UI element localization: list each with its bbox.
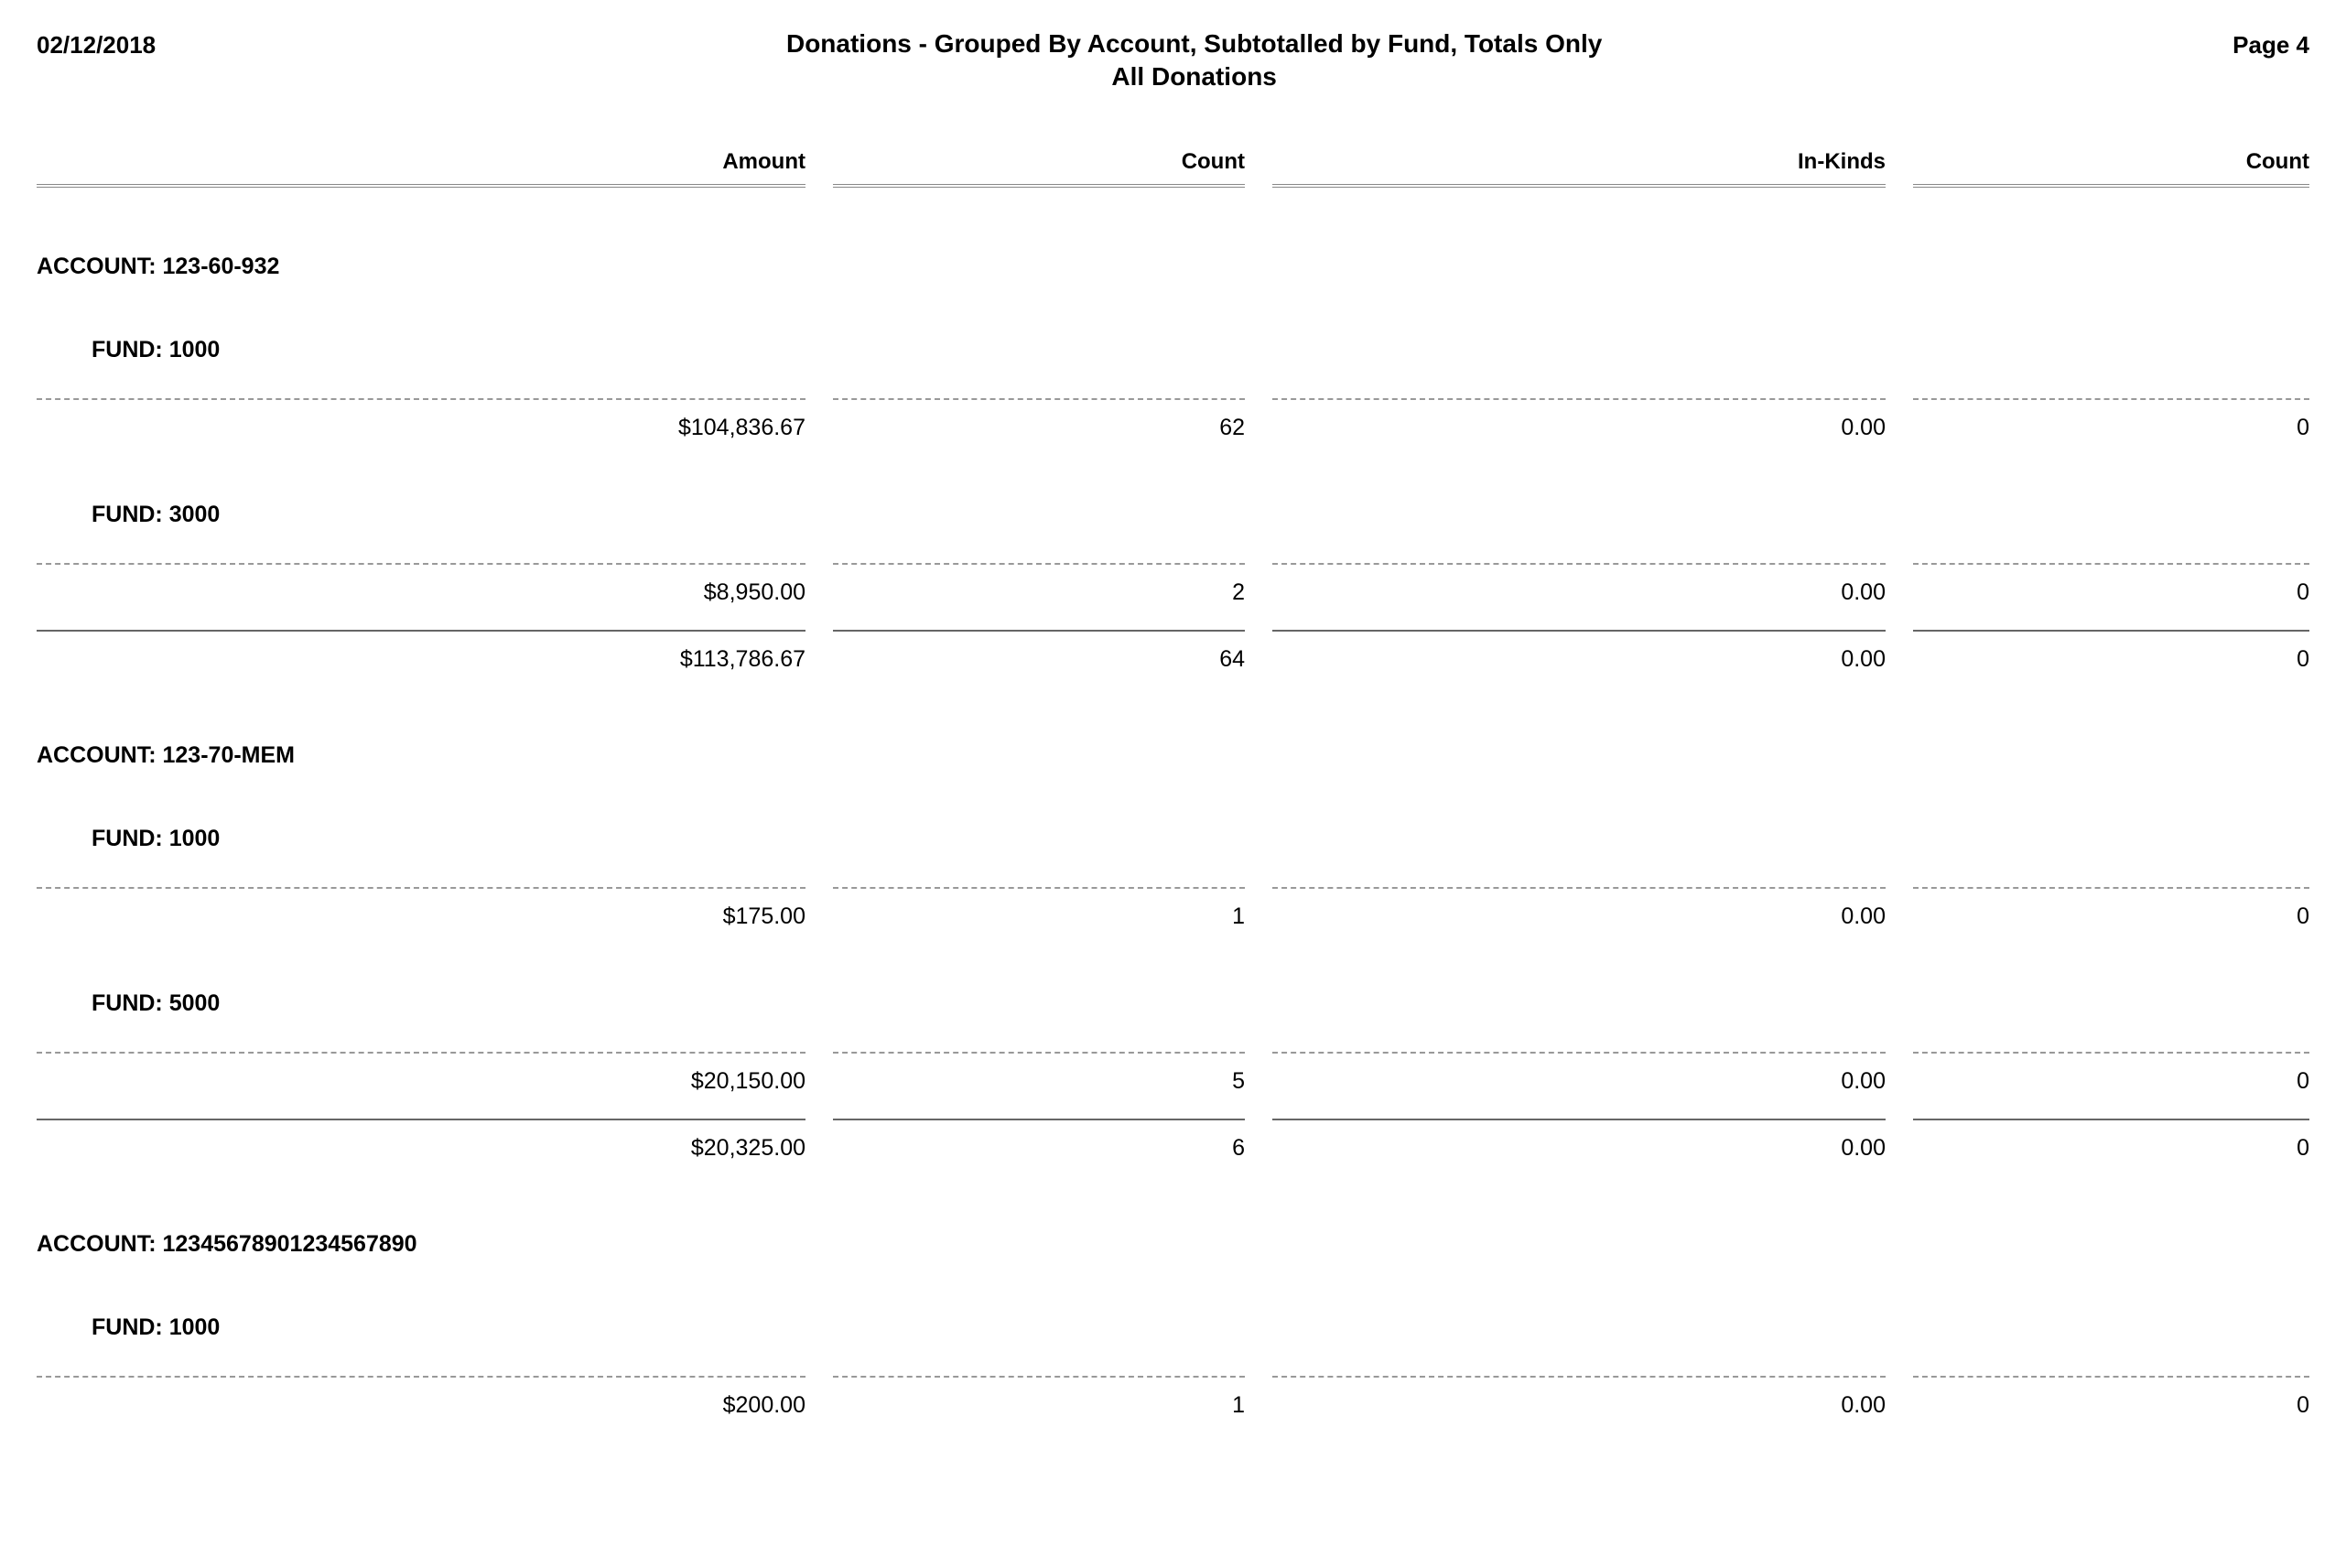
account-id: 12345678901234567890 — [163, 1231, 417, 1257]
cell-inkinds: 0.00 — [1272, 1052, 1886, 1098]
accounts-container: ACCOUNT: 123-60-932FUND: 1000$104,836.67… — [37, 254, 2309, 1422]
cell-amount: $113,786.67 — [37, 630, 805, 676]
data-row-account-total: $20,325.00 6 0.00 0 — [37, 1098, 2309, 1165]
cell-count1: 5 — [833, 1052, 1245, 1098]
data-row-account-total: $113,786.67 64 0.00 0 — [37, 610, 2309, 676]
cell-amount: $20,150.00 — [37, 1052, 805, 1098]
report-page: 02/12/2018 Donations - Grouped By Accoun… — [0, 0, 2346, 1459]
fund-prefix: FUND: — [92, 1314, 169, 1340]
account-id: 123-70-MEM — [163, 742, 296, 768]
column-header-count2: Count — [1913, 149, 2309, 188]
data-row-fund: $8,950.00 2 0.00 0 — [37, 528, 2309, 610]
cell-count2: 0 — [1913, 1052, 2309, 1098]
cell-count2: 0 — [1913, 563, 2309, 610]
fund-id: 1000 — [169, 337, 221, 362]
fund-prefix: FUND: — [92, 990, 169, 1016]
cell-amount: $175.00 — [37, 887, 805, 934]
account-prefix: ACCOUNT: — [37, 1231, 163, 1257]
column-header-count1: Count — [833, 149, 1245, 188]
cell-count2: 0 — [1913, 398, 2309, 445]
fund-id: 1000 — [169, 1314, 221, 1340]
page-number: Page 4 — [2232, 27, 2309, 59]
column-header-amount: Amount — [37, 149, 805, 188]
account-prefix: ACCOUNT: — [37, 254, 163, 279]
column-headers: Amount Count In-Kinds Count — [37, 149, 2309, 188]
fund-id: 5000 — [169, 990, 221, 1016]
report-title: Donations - Grouped By Account, Subtotal… — [156, 27, 2232, 60]
data-row-fund: $175.00 1 0.00 0 — [37, 852, 2309, 934]
cell-count1: 2 — [833, 563, 1245, 610]
cell-inkinds: 0.00 — [1272, 563, 1886, 610]
fund-id: 3000 — [169, 502, 221, 527]
fund-label: FUND: 3000 — [92, 502, 2309, 528]
report-subtitle: All Donations — [156, 60, 2232, 93]
cell-amount: $104,836.67 — [37, 398, 805, 445]
cell-amount: $20,325.00 — [37, 1119, 805, 1165]
cell-inkinds: 0.00 — [1272, 1119, 1886, 1165]
cell-count2: 0 — [1913, 887, 2309, 934]
account-label: ACCOUNT: 12345678901234567890 — [37, 1231, 2309, 1258]
data-row-fund: $20,150.00 5 0.00 0 — [37, 1017, 2309, 1098]
account-id: 123-60-932 — [163, 254, 280, 279]
account-prefix: ACCOUNT: — [37, 742, 163, 768]
fund-label: FUND: 1000 — [92, 1314, 2309, 1341]
cell-count1: 1 — [833, 887, 1245, 934]
cell-amount: $8,950.00 — [37, 563, 805, 610]
cell-count1: 62 — [833, 398, 1245, 445]
data-row-fund: $200.00 1 0.00 0 — [37, 1341, 2309, 1422]
cell-count1: 64 — [833, 630, 1245, 676]
cell-inkinds: 0.00 — [1272, 1376, 1886, 1422]
fund-label: FUND: 1000 — [92, 337, 2309, 363]
column-header-inkinds: In-Kinds — [1272, 149, 1886, 188]
fund-prefix: FUND: — [92, 502, 169, 527]
cell-count2: 0 — [1913, 1119, 2309, 1165]
cell-count2: 0 — [1913, 630, 2309, 676]
fund-prefix: FUND: — [92, 826, 169, 851]
cell-amount: $200.00 — [37, 1376, 805, 1422]
cell-count1: 6 — [833, 1119, 1245, 1165]
report-date: 02/12/2018 — [37, 27, 156, 59]
cell-inkinds: 0.00 — [1272, 630, 1886, 676]
data-row-fund: $104,836.67 62 0.00 0 — [37, 363, 2309, 445]
fund-prefix: FUND: — [92, 337, 169, 362]
fund-label: FUND: 1000 — [92, 826, 2309, 852]
report-header: 02/12/2018 Donations - Grouped By Accoun… — [37, 27, 2309, 94]
account-label: ACCOUNT: 123-70-MEM — [37, 742, 2309, 769]
cell-count1: 1 — [833, 1376, 1245, 1422]
fund-id: 1000 — [169, 826, 221, 851]
fund-label: FUND: 5000 — [92, 990, 2309, 1017]
cell-count2: 0 — [1913, 1376, 2309, 1422]
account-label: ACCOUNT: 123-60-932 — [37, 254, 2309, 280]
cell-inkinds: 0.00 — [1272, 887, 1886, 934]
cell-inkinds: 0.00 — [1272, 398, 1886, 445]
report-title-block: Donations - Grouped By Account, Subtotal… — [156, 27, 2232, 94]
